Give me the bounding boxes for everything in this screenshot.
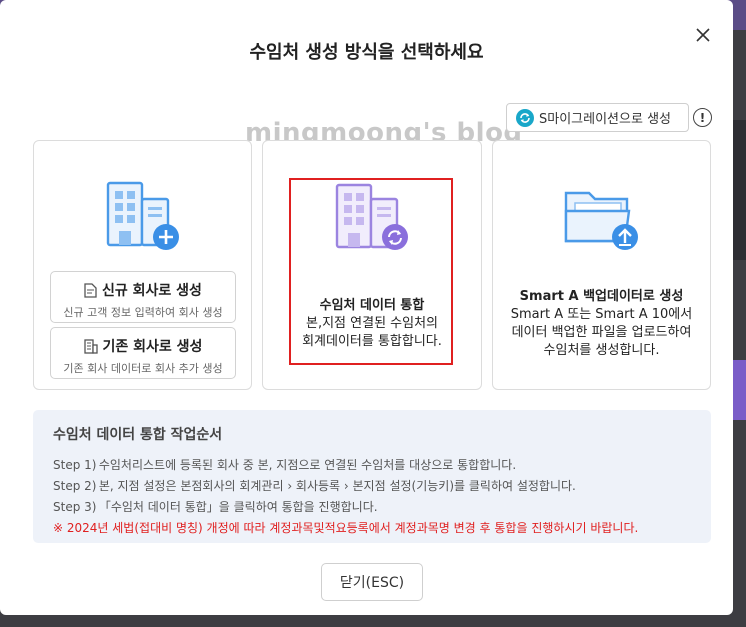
building-small-icon [83, 338, 98, 354]
info-icon: ! [699, 110, 706, 125]
migration-create-label: S마이그레이션으로 생성 [539, 112, 671, 127]
steps-title: 수임처 데이터 통합 작업순서 [53, 427, 223, 443]
step-number: Step 2) [53, 479, 97, 493]
existing-company-title: 기존 회사로 생성 [102, 339, 203, 355]
migration-create-button[interactable]: S마이그레이션으로 생성 [506, 103, 689, 132]
close-esc-button[interactable]: 닫기(ESC) [321, 563, 423, 601]
step-item: Step 3) 「수임처 데이터 통합」을 클릭하여 통합을 진행합니다. [53, 497, 691, 518]
new-company-subtitle: 신규 고객 정보 입력하여 회사 생성 [63, 306, 223, 319]
info-button[interactable]: ! [693, 108, 712, 127]
merge-data-text: 수임처 데이터 통합 본,지점 연결된 수임처의 회계데이터를 통합합니다. [263, 297, 481, 351]
existing-company-button[interactable]: 기존 회사로 생성 기존 회사 데이터로 회사 추가 생성 [50, 327, 236, 379]
merge-steps-panel: 수임처 데이터 통합 작업순서 Step 1) 수임처리스트에 등록된 회사 중… [33, 410, 711, 543]
card-backup-data[interactable]: Smart A 백업데이터로 생성 Smart A 또는 Smart A 10에… [492, 140, 711, 390]
folder-upload-icon [564, 191, 638, 250]
step-item: Step 2) 본, 지점 설정은 본점회사의 회계관리 › 회사등록 › 본지… [53, 476, 691, 497]
backup-data-text: Smart A 백업데이터로 생성 Smart A 또는 Smart A 10에… [493, 288, 710, 360]
step-text: 본, 지점 설정은 본점회사의 회계관리 › 회사등록 › 본지점 설정(기능키… [98, 479, 576, 493]
step-text: 「수임처 데이터 통합」을 클릭하여 통합을 진행합니다. [98, 500, 378, 514]
step-number: Step 1) [53, 458, 97, 472]
step-item: Step 1) 수임처리스트에 등록된 회사 중 본, 지점으로 연결된 수임처… [53, 455, 691, 476]
modal-title: 수임처 생성 방식을 선택하세요 [249, 42, 484, 63]
create-client-modal: 수임처 생성 방식을 선택하세요 mingmoong's blog S마이그레이… [0, 0, 733, 615]
backup-data-line1: Smart A 또는 Smart A 10에서 [510, 307, 693, 322]
document-icon [84, 282, 97, 298]
new-company-title: 신규 회사로 생성 [102, 283, 202, 299]
building-sync-icon [335, 183, 408, 250]
backup-data-line3: 수임처를 생성합니다. [543, 343, 660, 358]
merge-data-line1: 본,지점 연결된 수임처의 [306, 316, 438, 331]
step-number: Step 3) [53, 500, 97, 514]
backup-data-line2: 데이터 백업한 파일을 업로드하여 [511, 325, 692, 340]
new-company-button[interactable]: 신규 회사로 생성 신규 고객 정보 입력하여 회사 생성 [50, 271, 236, 323]
card-create-company: 신규 회사로 생성 신규 고객 정보 입력하여 회사 생성 기존 회사로 생성 … [33, 140, 252, 390]
sync-icon [516, 108, 534, 127]
tax-warning-text: ※ 2024년 세법(접대비 명칭) 개정에 따라 계정과목및적요등록에서 계정… [53, 521, 639, 535]
merge-data-line2: 회계데이터를 통합합니다. [302, 334, 442, 349]
close-button[interactable] [692, 24, 714, 46]
merge-data-title: 수임처 데이터 통합 [319, 298, 425, 313]
building-add-icon [106, 181, 179, 250]
backup-data-title: Smart A 백업데이터로 생성 [519, 289, 684, 304]
step-text: 수임처리스트에 등록된 회사 중 본, 지점으로 연결된 수임처를 대상으로 통… [98, 458, 517, 472]
card-merge-data[interactable]: 수임처 데이터 통합 본,지점 연결된 수임처의 회계데이터를 통합합니다. [262, 140, 482, 390]
close-icon [696, 28, 710, 42]
existing-company-subtitle: 기존 회사 데이터로 회사 추가 생성 [63, 362, 223, 375]
